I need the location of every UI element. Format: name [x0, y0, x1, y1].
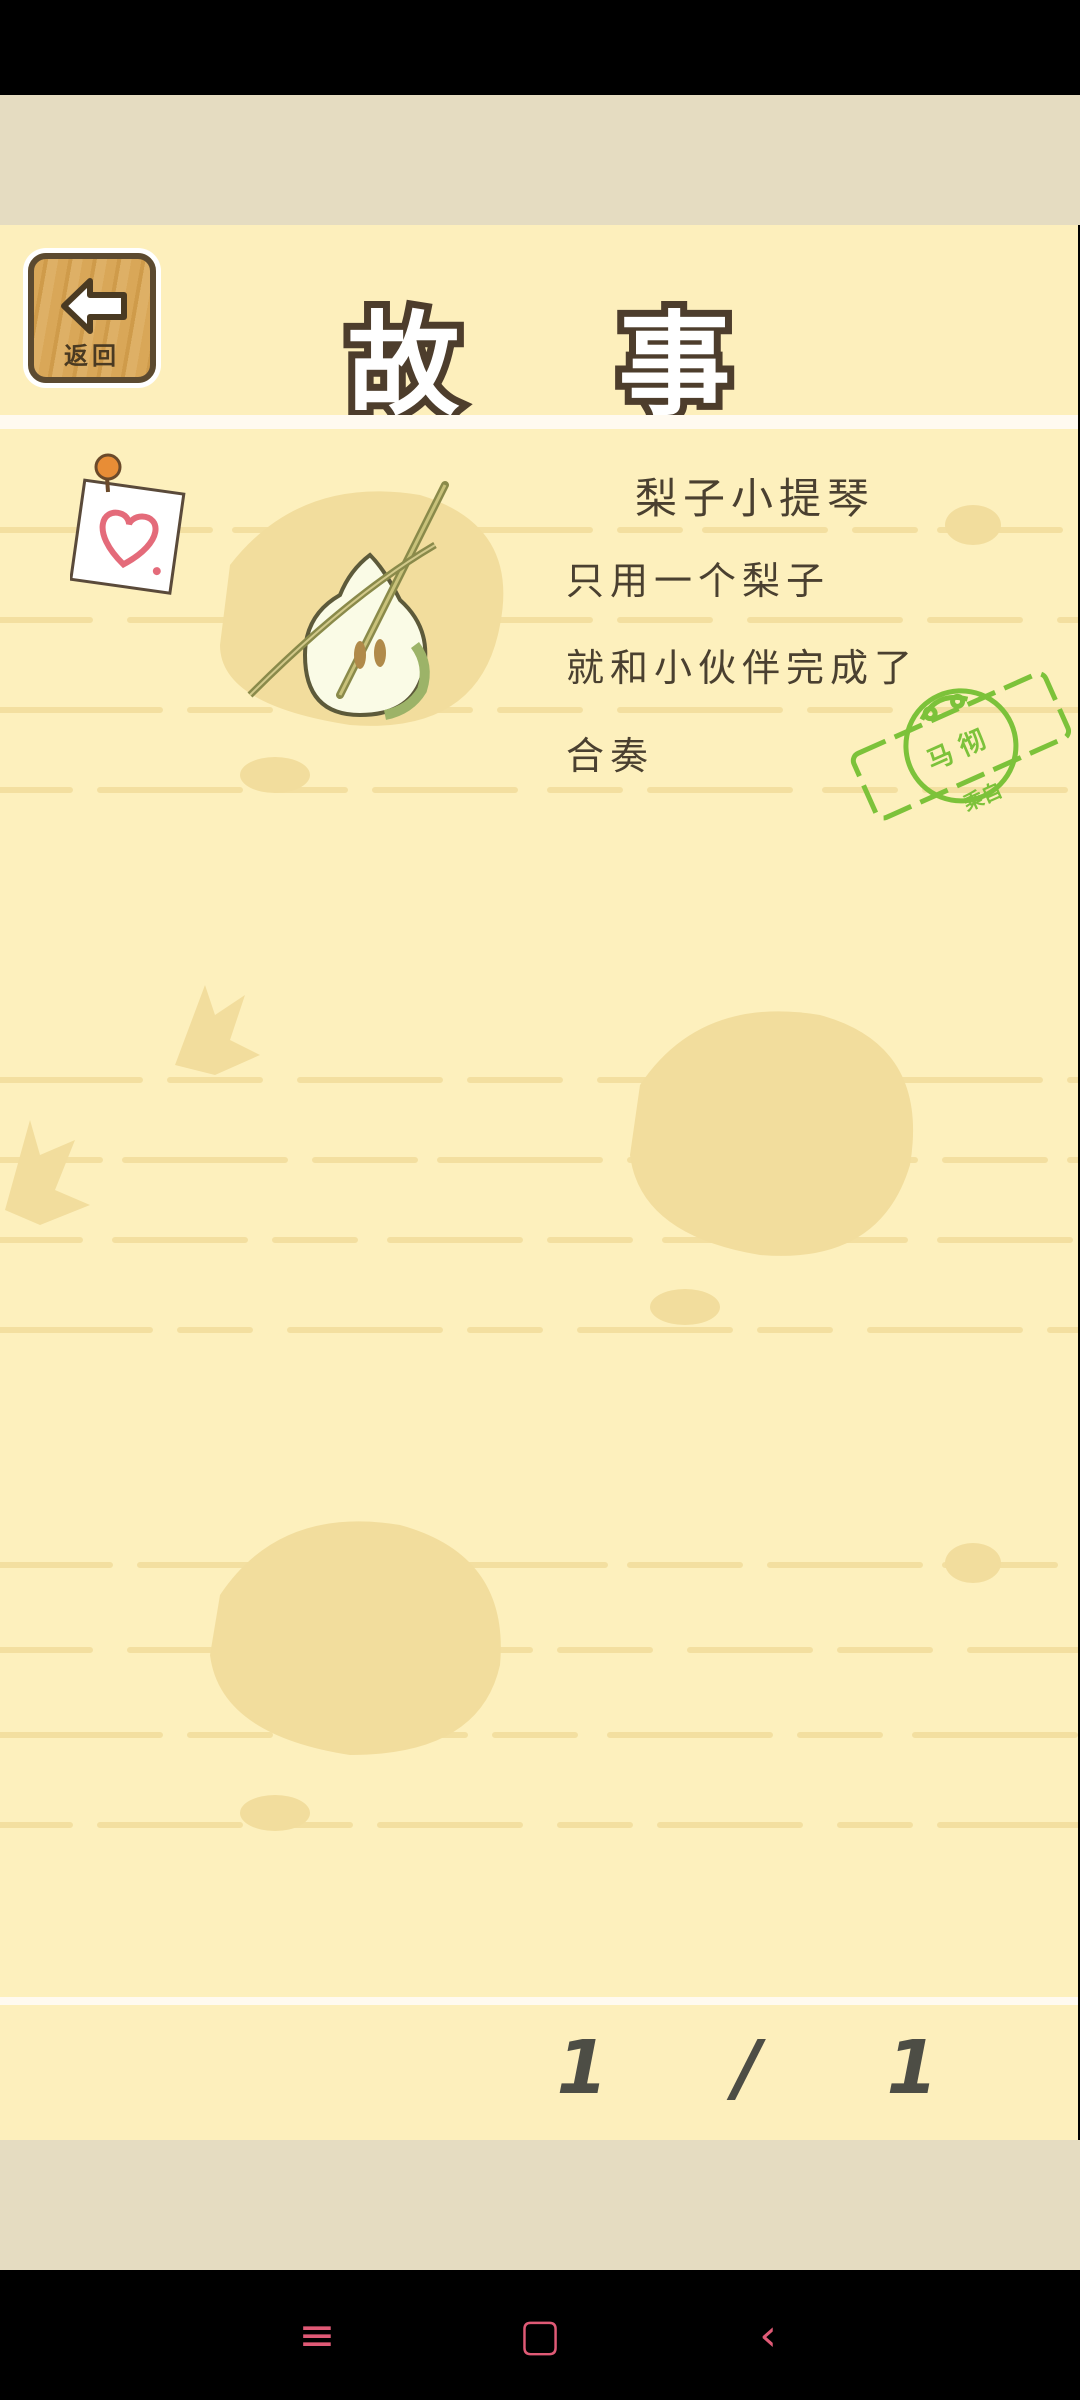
menu-icon[interactable]: ≡ — [257, 2270, 377, 2400]
footer: 1 / 1 — [0, 2005, 1078, 2140]
letterbox-top — [0, 95, 1080, 225]
page-title: 故 事 — [341, 294, 791, 438]
story-screen: 返回 故 事 梨子小提琴 只用一个梨子 就和小伙伴完成了 合奏 马 彻 乘自 1… — [0, 225, 1078, 2140]
story-line: 合奏 — [566, 734, 655, 778]
system-nav-bar: ≡ ▢ ‹ — [0, 2270, 1080, 2400]
pinned-heart-note-icon[interactable] — [70, 447, 190, 597]
header: 返回 故 事 — [0, 225, 1078, 438]
header-divider — [0, 415, 1078, 429]
home-icon[interactable]: ▢ — [480, 2270, 600, 2400]
page-indicator: 1 / 1 — [556, 2025, 988, 2111]
back-nav-icon[interactable]: ‹ — [708, 2270, 828, 2400]
letterbox-bottom — [0, 2140, 1080, 2270]
story-title: 梨子小提琴 — [634, 474, 875, 523]
story-line: 只用一个梨子 — [566, 559, 831, 603]
status-bar — [0, 0, 1080, 95]
pear-violin-icon — [247, 481, 449, 720]
